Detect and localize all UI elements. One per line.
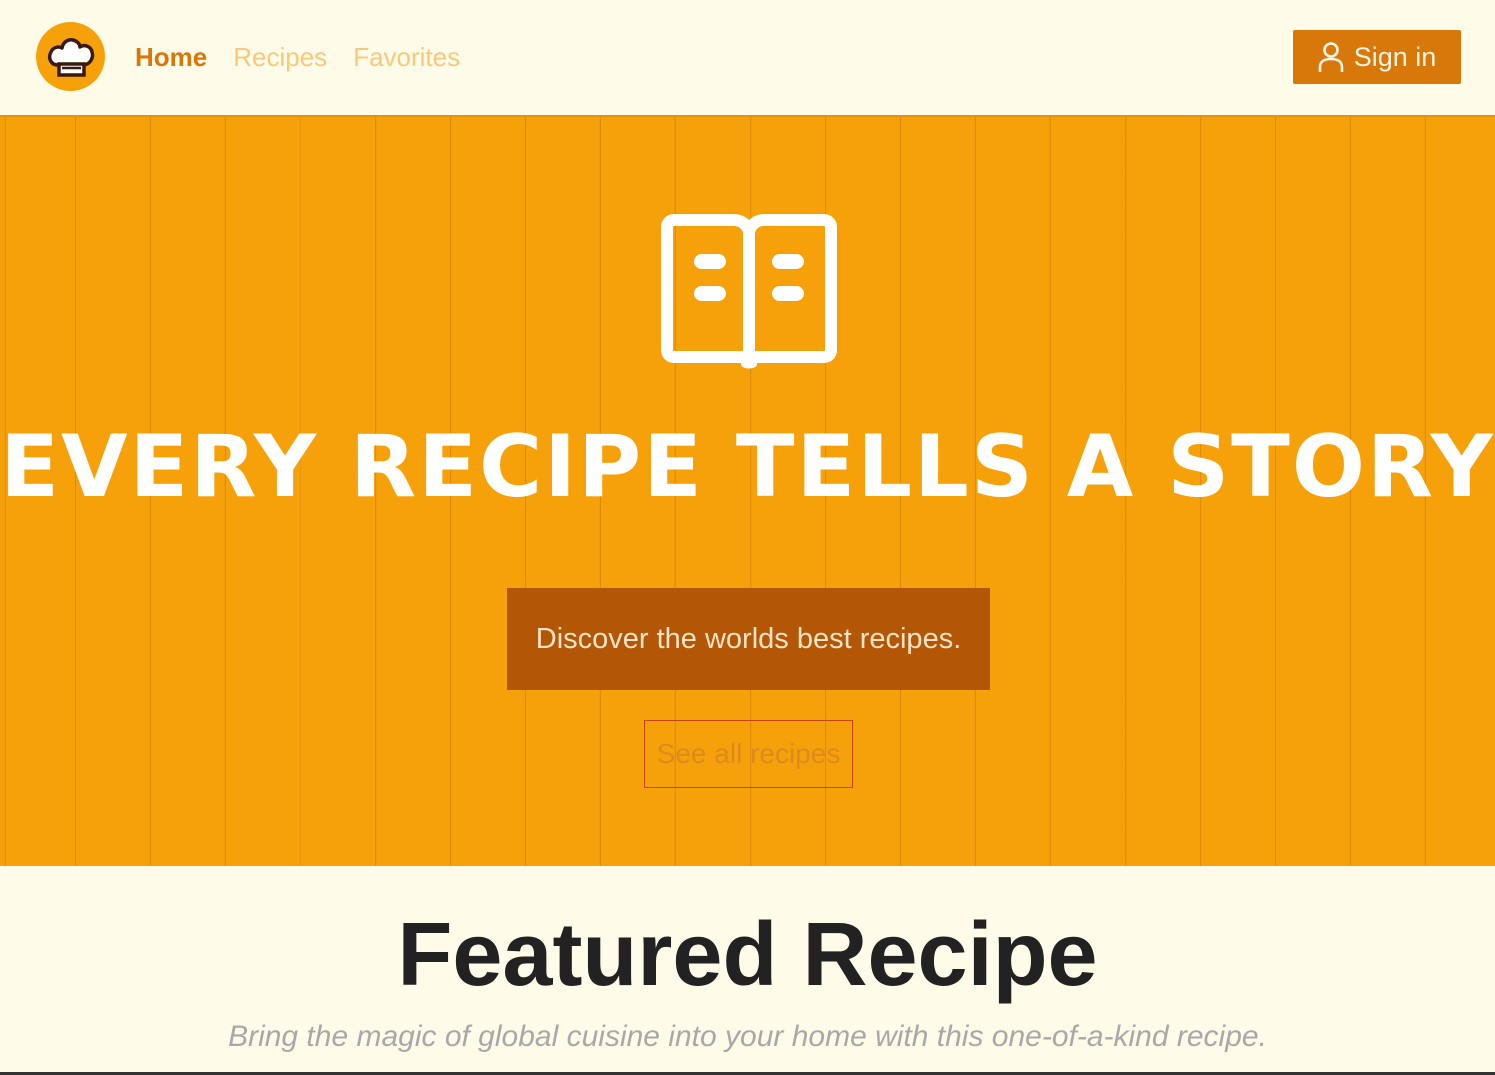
hero-tagline: Discover the worlds best recipes. [507,588,990,690]
site-header: Home Recipes Favorites Sign in [0,0,1495,115]
user-icon [1318,41,1344,73]
main-nav: Home Recipes Favorites [135,40,486,74]
hero-title: EVERY RECIPE TELLS A STORY [0,417,1495,517]
featured-subtitle: Bring the magic of global cuisine into y… [228,1020,1267,1053]
open-book-icon [660,212,838,379]
nav-recipes[interactable]: Recipes [233,40,327,74]
see-all-recipes-button[interactable]: See all recipes [644,720,853,788]
nav-favorites[interactable]: Favorites [353,40,460,74]
sign-in-label: Sign in [1353,41,1437,72]
chef-hat-icon [46,35,96,79]
nav-home[interactable]: Home [135,40,207,74]
logo[interactable] [36,22,105,91]
featured-title: Featured Recipe [397,905,1098,1005]
hero-banner: EVERY RECIPE TELLS A STORY Discover the … [0,115,1495,866]
sign-in-button[interactable]: Sign in [1293,30,1461,84]
